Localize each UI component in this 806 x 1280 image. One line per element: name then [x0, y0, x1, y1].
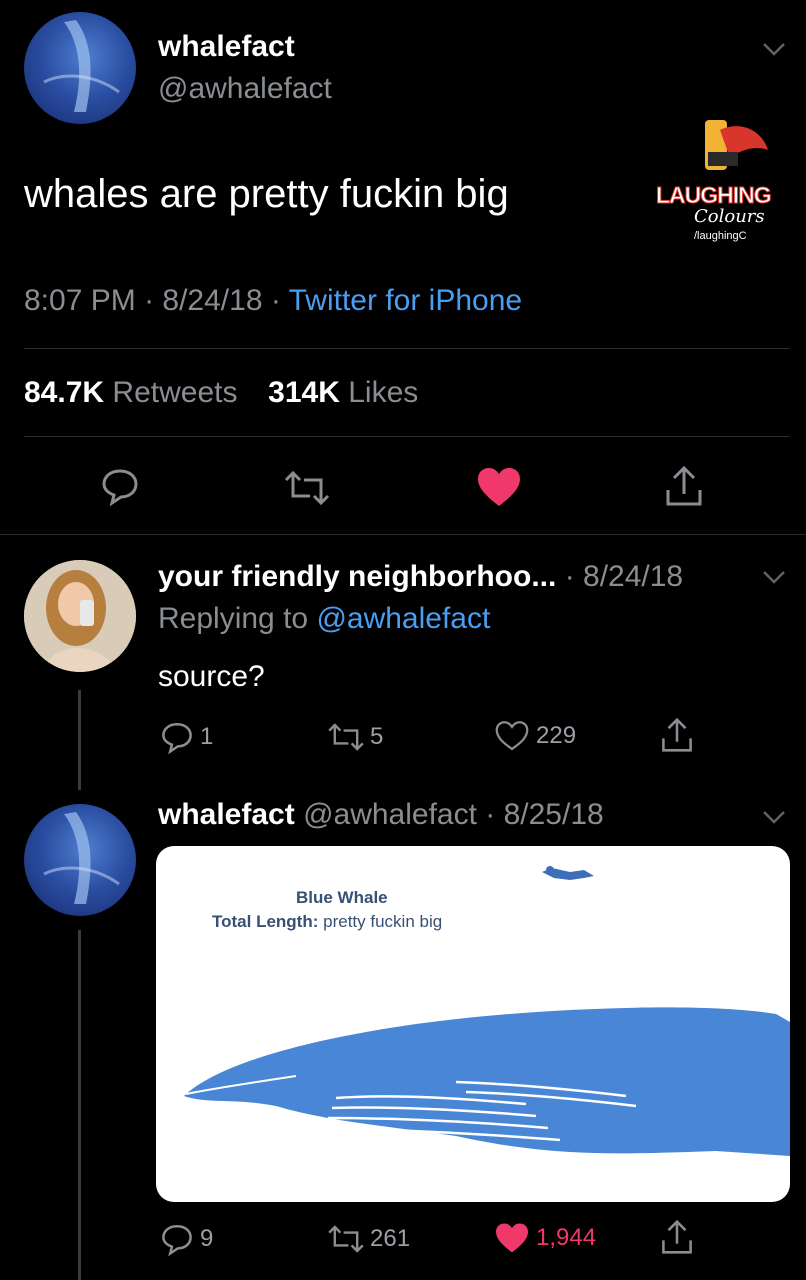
reply-header: your friendly neighborhoo... · 8/24/18 — [158, 560, 683, 594]
share-icon[interactable] — [660, 716, 694, 754]
whale-avatar-image — [43, 20, 120, 112]
thread-line — [78, 930, 81, 1280]
like-count: 314K — [268, 376, 340, 409]
user-photo-image — [24, 560, 136, 672]
watermark-line3: /laughingC — [694, 230, 747, 242]
retweet-label: Retweets — [112, 376, 238, 409]
retweet-count: 5 — [370, 723, 384, 750]
tweet-date[interactable]: 8/24/18 — [162, 284, 262, 317]
like-count: 229 — [536, 722, 577, 749]
like-label: Likes — [348, 376, 419, 409]
retweet-count: 84.7K — [24, 376, 105, 409]
like-button[interactable]: 229 — [494, 720, 576, 752]
display-name[interactable]: whalefact — [158, 30, 295, 64]
divider — [24, 348, 790, 349]
reply-text: source? — [158, 660, 265, 693]
avatar[interactable] — [24, 804, 136, 916]
tweet-text: whales are pretty fuckin big — [24, 172, 509, 216]
divider — [24, 436, 790, 437]
avatar[interactable] — [24, 560, 136, 672]
laughing-colours-logo-icon — [705, 120, 768, 170]
replying-to: Replying to @awhalefact — [158, 602, 490, 636]
handle[interactable]: @awhalefact — [158, 72, 332, 106]
heart-filled-icon — [496, 1223, 528, 1253]
reply-date[interactable]: · 8/24/18 — [565, 560, 683, 593]
scuba-diver-icon — [542, 866, 594, 880]
share-icon[interactable] — [660, 1218, 694, 1256]
reply-icon — [162, 722, 192, 754]
reply-count: 9 — [200, 1225, 214, 1252]
chevron-down-icon[interactable] — [762, 810, 786, 824]
retweet-button[interactable]: 261 — [326, 1224, 410, 1254]
handle-date[interactable]: @awhalefact · 8/25/18 — [303, 798, 604, 831]
like-button[interactable]: 1,944 — [494, 1222, 596, 1254]
attached-image[interactable]: Blue Whale Total Length: pretty fuckin b… — [156, 846, 790, 1202]
whale-avatar-image — [43, 812, 120, 904]
display-name[interactable]: your friendly neighborhoo... — [158, 560, 556, 593]
reply-count: 1 — [200, 723, 214, 750]
reply-icon — [162, 1224, 192, 1256]
image-length-value: pretty fuckin big — [323, 912, 443, 931]
chevron-down-icon[interactable] — [762, 42, 786, 56]
likes-stat[interactable]: 314K Likes — [268, 376, 418, 409]
replying-handle[interactable]: @awhalefact — [316, 602, 490, 635]
retweet-icon — [328, 723, 364, 751]
reply-icon[interactable] — [100, 466, 140, 506]
tweet-stats: 84.7K Retweets 314K Likes — [24, 376, 418, 410]
replying-prefix: Replying to — [158, 602, 309, 635]
tweet-source[interactable]: Twitter for iPhone — [289, 284, 522, 317]
reply-button[interactable]: 1 — [160, 720, 213, 754]
retweets-stat[interactable]: 84.7K Retweets — [24, 376, 246, 409]
image-title: Blue Whale — [296, 888, 388, 907]
tweet-meta: 8:07 PM · 8/24/18 · Twitter for iPhone — [24, 284, 523, 317]
like-heart-filled-icon[interactable] — [476, 466, 522, 508]
watermark-line1: LAUGHING — [656, 182, 773, 209]
thread-line — [78, 690, 81, 790]
image-length-label: Total Length: — [212, 912, 319, 931]
divider — [0, 534, 806, 535]
display-name[interactable]: whalefact — [158, 798, 295, 831]
avatar[interactable] — [24, 12, 136, 124]
reply-header: whalefact @awhalefact · 8/25/18 — [158, 798, 604, 832]
share-icon[interactable] — [664, 464, 704, 508]
retweet-count: 261 — [370, 1225, 411, 1252]
chevron-down-icon[interactable] — [762, 570, 786, 584]
tweet-time[interactable]: 8:07 PM — [24, 284, 136, 317]
retweet-icon — [328, 1225, 364, 1253]
like-count: 1,944 — [536, 1224, 597, 1251]
image-length: Total Length: pretty fuckin big — [212, 912, 442, 932]
retweet-button[interactable]: 5 — [326, 722, 383, 752]
watermark-logo: LAUGHING Colours /laughingC — [650, 110, 790, 250]
blue-whale-silhouette-icon — [184, 1007, 790, 1156]
reply-button[interactable]: 9 — [160, 1222, 213, 1256]
heart-icon — [495, 721, 529, 751]
retweet-icon[interactable] — [282, 470, 332, 506]
watermark-line2: Colours — [694, 206, 765, 227]
